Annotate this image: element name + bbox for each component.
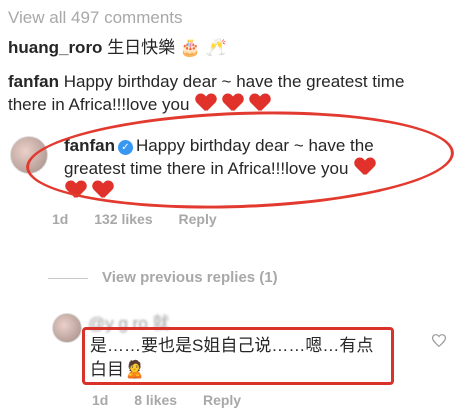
comment-username[interactable]: fanfan (8, 72, 59, 91)
reply-button[interactable]: Reply (179, 211, 217, 227)
comment-huang-roro: huang_roro 生日快樂 🎂 🥂 (8, 36, 227, 59)
avatar[interactable] (52, 313, 82, 343)
comment-fanfan: fanfan Happy birthday dear ~ have the gr… (8, 70, 404, 93)
comment-text-part2: there in Africa!!!love you (8, 95, 190, 114)
heart-emoji-icon (223, 94, 243, 112)
heart-emoji-icon (250, 94, 270, 112)
reply-meta: 1d 8 likes Reply (92, 392, 241, 408)
reply-thread-line (48, 277, 88, 279)
heart-emoji-icon (196, 94, 216, 112)
red-highlight-ellipse (24, 104, 456, 216)
comment-age: 1d (92, 392, 109, 408)
view-previous-replies-link[interactable]: View previous replies (1) (48, 269, 278, 286)
red-highlight-box (82, 327, 394, 385)
comment-text: 生日快樂 (107, 38, 176, 57)
likes-count[interactable]: 8 likes (134, 392, 177, 408)
like-heart-icon[interactable] (432, 334, 446, 347)
reply-button[interactable]: Reply (203, 392, 241, 408)
comment-meta: 1d 132 likes Reply (52, 211, 217, 227)
cake-champagne-emoji: 🎂 🥂 (179, 38, 227, 57)
view-all-comments-link[interactable]: View all 497 comments (8, 8, 183, 28)
comment-age: 1d (52, 211, 69, 227)
comment-username[interactable]: huang_roro (8, 38, 102, 57)
likes-count[interactable]: 132 likes (94, 211, 152, 227)
comment-text-part1: Happy birthday dear ~ have the greatest … (63, 72, 405, 91)
